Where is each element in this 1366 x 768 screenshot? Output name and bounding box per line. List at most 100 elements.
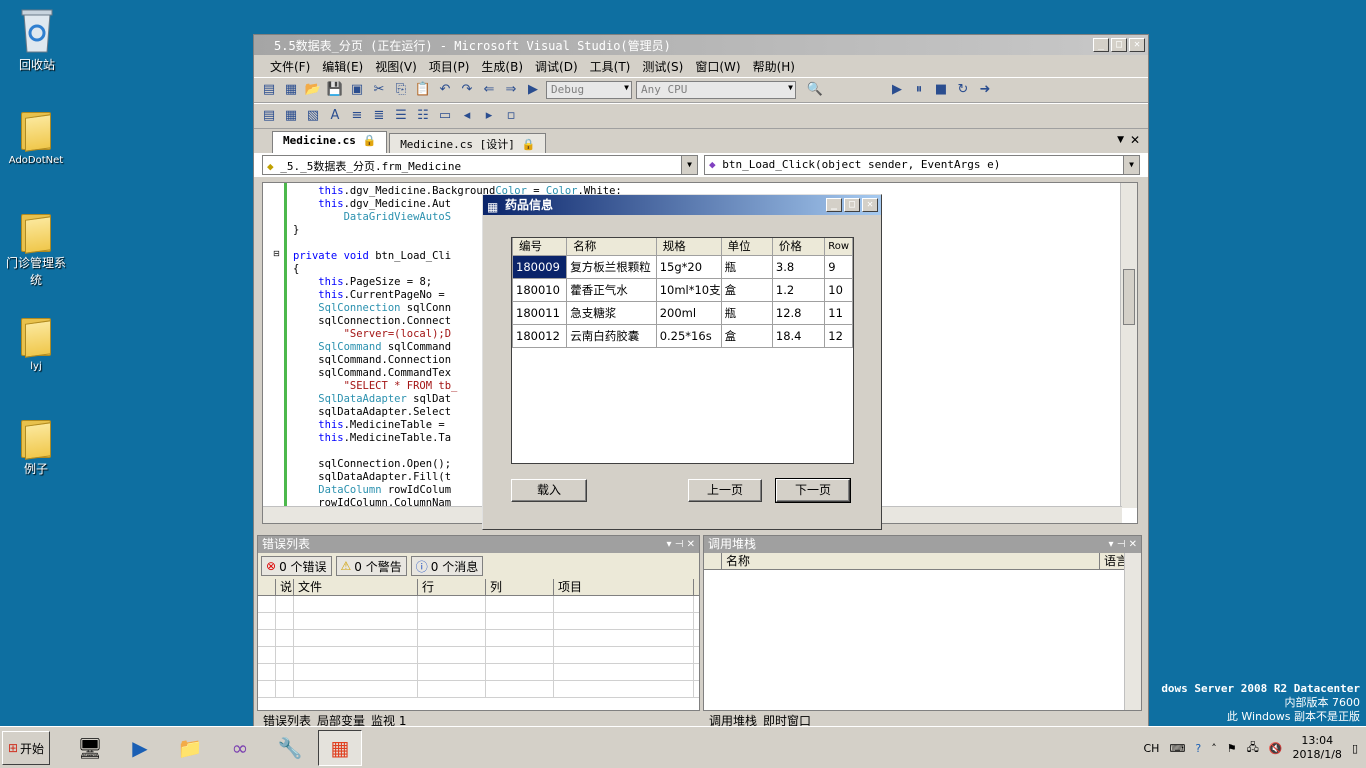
cell-spec[interactable]: 10ml*10支 [655, 277, 722, 302]
cell-price[interactable]: 3.8 [771, 254, 826, 279]
col-header-spec[interactable]: 规格 [655, 238, 722, 256]
menu-test[interactable]: 测试(S) [636, 56, 689, 77]
table-row[interactable]: 180009 复方板兰根颗粒 15g*20 瓶 3.8 9 [512, 254, 853, 279]
open-file-icon[interactable]: 📂 [304, 81, 322, 99]
cell-rowid[interactable]: 11 [824, 300, 853, 325]
continue-icon[interactable]: ▶ [888, 81, 906, 99]
col-header-id[interactable]: 编号 [512, 238, 568, 256]
tab-close-icon[interactable]: ✕ [1130, 133, 1140, 147]
outdent-icon[interactable]: ≣ [370, 107, 388, 125]
cell-rowid[interactable]: 9 [824, 254, 853, 279]
toolbar-tool-icon[interactable]: ▤ [260, 107, 278, 125]
bookmark-prev-icon[interactable]: ◂ [458, 107, 476, 125]
menu-tools[interactable]: 工具(T) [584, 56, 637, 77]
show-desktop-icon[interactable]: ▯ [1352, 742, 1358, 755]
dialog-close-button[interactable]: ✕ [862, 198, 878, 212]
taskbar-app-visual-studio[interactable]: ∞ [218, 730, 262, 766]
pane-controls[interactable]: ▾ ⊣ ✕ [1109, 536, 1137, 553]
find-icon[interactable]: 🔍 [806, 81, 824, 99]
next-page-button[interactable]: 下一页 [775, 478, 851, 503]
cell-price[interactable]: 18.4 [771, 323, 826, 348]
pane-title-bar[interactable]: 调用堆栈 ▾ ⊣ ✕ [704, 536, 1141, 553]
dialog-maximize-button[interactable]: □ [844, 198, 860, 212]
volume-icon[interactable]: 🔇 [1269, 742, 1283, 755]
show-hidden-icons-icon[interactable]: ˄ [1211, 742, 1217, 755]
uncomment-icon[interactable]: ☷ [414, 107, 432, 125]
indent-icon[interactable]: ≡ [348, 107, 366, 125]
close-button[interactable]: ✕ [1129, 38, 1145, 52]
cell-id[interactable]: 180011 [512, 300, 568, 325]
table-row[interactable]: 180011 急支糖浆 200ml 瓶 12.8 11 [512, 300, 853, 325]
prev-page-button[interactable]: 上一页 [688, 479, 762, 502]
bookmark-next-icon[interactable]: ▸ [480, 107, 498, 125]
cell-name[interactable]: 云南白药胶囊 [566, 323, 657, 348]
menu-debug[interactable]: 调试(D) [529, 56, 584, 77]
cell-name[interactable]: 藿香正气水 [566, 277, 657, 302]
taskbar-app-explorer[interactable]: 📁 [168, 730, 212, 766]
navigate-forward-icon[interactable]: ⇒ [502, 81, 520, 99]
menu-build[interactable]: 生成(B) [475, 56, 529, 77]
taskbar-app-tools[interactable]: 🔧 [268, 730, 312, 766]
cell-price[interactable]: 1.2 [771, 277, 826, 302]
cell-unit[interactable]: 盒 [720, 323, 773, 348]
cell-id[interactable]: 180009 [512, 254, 568, 279]
table-row[interactable]: 180010 藿香正气水 10ml*10支 盒 1.2 10 [512, 277, 853, 302]
cell-spec[interactable]: 0.25*16s [655, 323, 722, 348]
col-header-file[interactable]: 文件 [294, 579, 418, 595]
desktop-icon-examples[interactable]: 例子 [1, 418, 71, 477]
cell-rowid[interactable]: 10 [824, 277, 853, 302]
redo-icon[interactable]: ↷ [458, 81, 476, 99]
help-icon[interactable]: ? [1195, 742, 1201, 755]
col-header-severity[interactable]: 说 [276, 579, 294, 595]
action-center-flag-icon[interactable]: ⚑ [1227, 742, 1237, 755]
col-header-unit[interactable]: 单位 [720, 238, 773, 256]
col-header-name[interactable]: 名称 [566, 238, 657, 256]
col-header-project[interactable]: 项目 [554, 579, 694, 595]
cell-id[interactable]: 180010 [512, 277, 568, 302]
menu-project[interactable]: 项目(P) [423, 56, 476, 77]
pause-icon[interactable]: ⏸ [910, 81, 928, 99]
cell-spec[interactable]: 200ml [655, 300, 722, 325]
menu-file[interactable]: 文件(F) [264, 56, 316, 77]
pane-title-bar[interactable]: 错误列表 ▾ ⊣ ✕ [258, 536, 699, 553]
undo-icon[interactable]: ↶ [436, 81, 454, 99]
add-item-icon[interactable]: ▦ [282, 81, 300, 99]
desktop-icon-clinic-system[interactable]: 门诊管理系统 [1, 212, 71, 288]
desktop-icon-lyj[interactable]: lyj [1, 316, 71, 372]
restart-icon[interactable]: ↻ [954, 81, 972, 99]
load-button[interactable]: 载入 [511, 479, 587, 502]
menu-window[interactable]: 窗口(W) [689, 56, 746, 77]
cell-id[interactable]: 180012 [512, 323, 568, 348]
call-stack-scrollbar[interactable] [1124, 553, 1141, 710]
keyboard-icon[interactable]: ⌨ [1169, 742, 1185, 755]
taskbar-app-server-manager[interactable]: 🖥 [68, 730, 112, 766]
pane-controls[interactable]: ▾ ⊣ ✕ [667, 536, 695, 553]
tab-medicine-design[interactable]: Medicine.cs [设计] 🔒 [389, 133, 547, 153]
menu-help[interactable]: 帮助(H) [747, 56, 801, 77]
solution-config-select[interactable]: Debug ▼ [546, 81, 632, 99]
taskbar-app-powershell[interactable]: ▶ [118, 730, 162, 766]
step-icon[interactable]: ➜ [976, 81, 994, 99]
toolbar-tool-icon[interactable]: A [326, 107, 344, 125]
network-icon[interactable]: 🖧 [1247, 739, 1259, 758]
start-button[interactable]: ⊞ 开始 [2, 731, 50, 765]
solution-platform-select[interactable]: Any CPU ▼ [636, 81, 796, 99]
col-header-rowid[interactable]: Row [824, 238, 853, 256]
copy-icon[interactable]: ⎘ [392, 81, 410, 99]
navigate-back-icon[interactable]: ⇐ [480, 81, 498, 99]
col-header-price[interactable]: 价格 [771, 238, 826, 256]
cell-spec[interactable]: 15g*20 [655, 254, 722, 279]
toolbar-tool-icon[interactable]: ▧ [304, 107, 322, 125]
cell-name[interactable]: 复方板兰根颗粒 [566, 254, 657, 279]
new-project-icon[interactable]: ▤ [260, 81, 278, 99]
dialog-minimize-button[interactable]: _ [826, 198, 842, 212]
dialog-title-bar[interactable]: ▦ 药品信息 _ □ ✕ [483, 195, 881, 215]
cell-unit[interactable]: 盒 [720, 277, 773, 302]
window-title-bar[interactable]: 5.5数据表_分页 (正在运行) - Microsoft Visual Stud… [254, 35, 1148, 55]
stop-icon[interactable]: ■ [932, 81, 950, 99]
paste-icon[interactable]: 📋 [414, 81, 432, 99]
minimize-button[interactable]: _ [1093, 38, 1109, 52]
save-all-icon[interactable]: ▣ [348, 81, 366, 99]
maximize-button[interactable]: □ [1111, 38, 1127, 52]
cell-name[interactable]: 急支糖浆 [566, 300, 657, 325]
